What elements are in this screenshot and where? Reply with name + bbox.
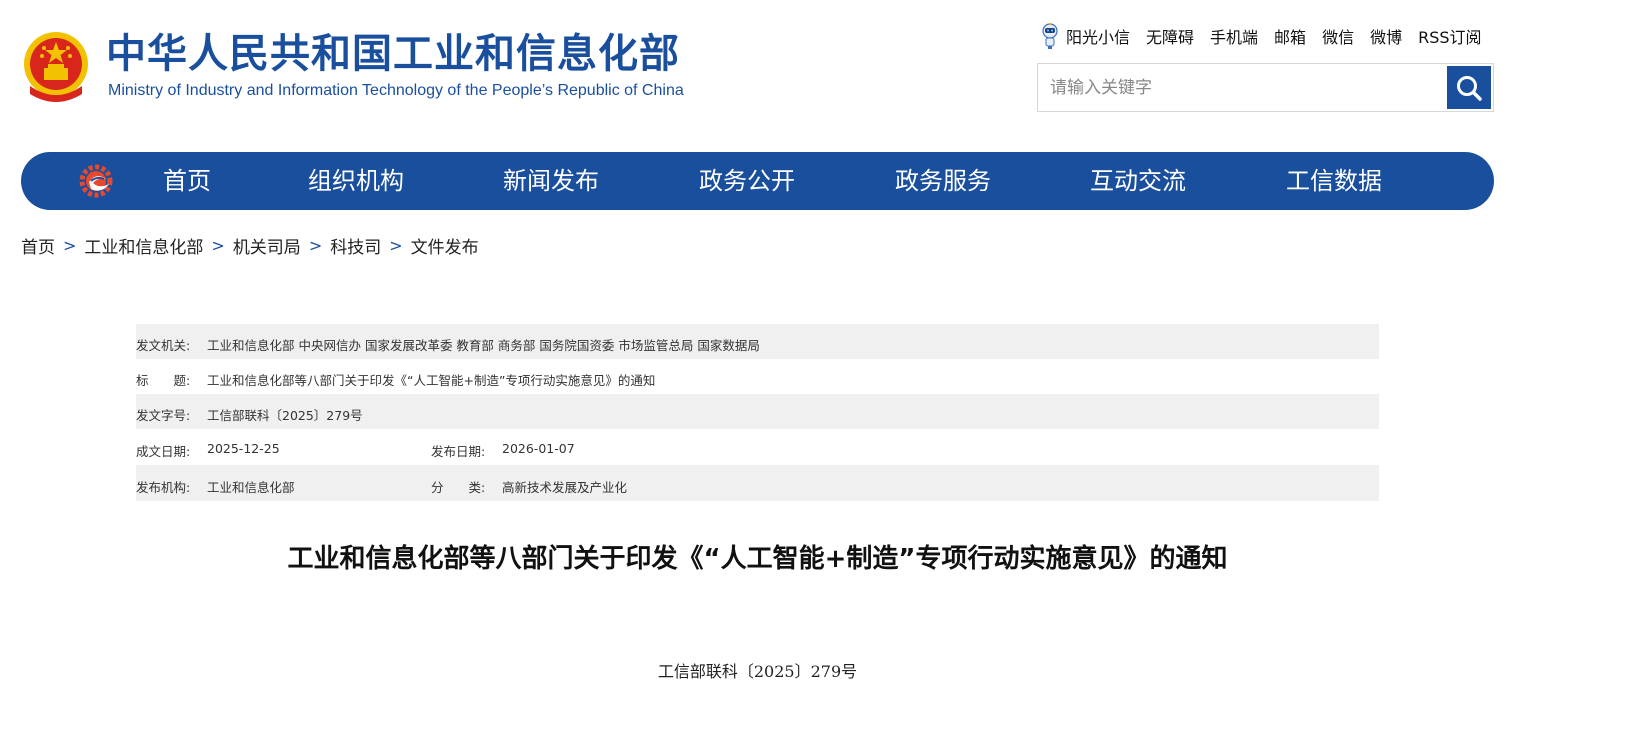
category-label: 分 类:	[431, 480, 486, 495]
link-accessibility[interactable]: 无障碍	[1146, 24, 1194, 48]
link-mailbox[interactable]: 邮箱	[1274, 24, 1306, 48]
document-title: 工业和信息化部等八部门关于印发《“人工智能+制造”专项行动实施意见》的通知	[287, 544, 1228, 574]
search-icon	[1457, 75, 1482, 101]
created-date-label: 成文日期:	[136, 444, 191, 459]
gear-logo-icon[interactable]	[77, 162, 117, 200]
breadcrumb-tech-dept[interactable]: 科技司	[330, 233, 381, 258]
org-value: 工业和信息化部	[207, 480, 295, 495]
category-value: 高新技术发展及产业化	[502, 480, 628, 495]
nav-news[interactable]: 新闻发布	[503, 152, 599, 210]
breadcrumb: 首页 > 工业和信息化部 > 机关司局 > 科技司 > 文件发布	[21, 232, 479, 258]
link-mobile[interactable]: 手机端	[1210, 24, 1258, 48]
link-sunshine-xiaoxin[interactable]: 阳光小信	[1066, 24, 1130, 48]
link-weibo[interactable]: 微博	[1370, 24, 1402, 48]
title-label: 标 题:	[136, 373, 191, 388]
document-info-table: 发文机关: 工业和信息化部 中央网信办 国家发展改革委 教育部 商务部 国务院国…	[136, 324, 1379, 501]
breadcrumb-separator: >	[308, 235, 323, 255]
search-button[interactable]	[1447, 66, 1491, 109]
info-row-title: 标 题: 工业和信息化部等八部门关于印发《“人工智能+制造”专项行动实施意见》的…	[136, 359, 1379, 394]
docno-value: 工信部联科〔2025〕279号	[207, 408, 363, 423]
link-wechat[interactable]: 微信	[1322, 24, 1354, 48]
info-row-docno: 发文字号: 工信部联科〔2025〕279号	[136, 394, 1379, 429]
breadcrumb-departments[interactable]: 机关司局	[233, 233, 301, 258]
breadcrumb-miit[interactable]: 工业和信息化部	[84, 233, 203, 258]
published-date-label: 发布日期:	[431, 444, 486, 459]
nav-gov-affairs[interactable]: 政务公开	[699, 152, 795, 210]
published-date-value: 2026-01-07	[502, 441, 575, 456]
created-date-value: 2025-12-25	[207, 441, 280, 456]
top-links: 阳光小信 无障碍 手机端 邮箱 微信 微博 RSS订阅	[1040, 22, 1482, 50]
nav-organization[interactable]: 组织机构	[308, 152, 404, 210]
nav-gov-services[interactable]: 政务服务	[895, 152, 991, 210]
breadcrumb-documents[interactable]: 文件发布	[411, 233, 479, 258]
issuer-label: 发文机关:	[136, 338, 191, 353]
org-label: 发布机构:	[136, 480, 191, 495]
issuer-value: 工业和信息化部 中央网信办 国家发展改革委 教育部 商务部 国务院国资委 市场监…	[207, 338, 760, 353]
docno-label: 发文字号:	[136, 408, 191, 423]
info-row-org: 发布机构: 工业和信息化部 分 类: 高新技术发展及产业化	[136, 465, 1379, 501]
breadcrumb-separator: >	[211, 235, 225, 255]
link-rss[interactable]: RSS订阅	[1418, 24, 1481, 48]
nav-data[interactable]: 工信数据	[1286, 152, 1382, 210]
title-value: 工业和信息化部等八部门关于印发《“人工智能+制造”专项行动实施意见》的通知	[207, 373, 656, 388]
breadcrumb-separator: >	[63, 235, 77, 255]
search-box	[1037, 63, 1494, 112]
info-row-dates: 成文日期: 2025-12-25 发布日期: 2026-01-07	[136, 429, 1379, 465]
site-subtitle: Ministry of Industry and Information Tec…	[108, 82, 684, 99]
search-input[interactable]	[1038, 64, 1446, 111]
nav-home[interactable]: 首页	[163, 152, 211, 210]
robot-assistant-icon[interactable]	[1040, 22, 1060, 50]
breadcrumb-home[interactable]: 首页	[21, 233, 55, 258]
main-nav: 首页 组织机构 新闻发布 政务公开 政务服务 互动交流 工信数据	[21, 152, 1494, 210]
site-header: 中华人民共和国工业和信息化部 Ministry of Industry and …	[0, 0, 1635, 140]
document-number: 工信部联科〔2025〕279号	[657, 662, 858, 681]
breadcrumb-separator: >	[389, 235, 403, 255]
site-title[interactable]: 中华人民共和国工业和信息化部	[106, 30, 680, 78]
national-emblem-icon[interactable]	[22, 28, 90, 106]
info-row-issuer: 发文机关: 工业和信息化部 中央网信办 国家发展改革委 教育部 商务部 国务院国…	[136, 324, 1379, 359]
nav-interaction[interactable]: 互动交流	[1090, 152, 1186, 210]
